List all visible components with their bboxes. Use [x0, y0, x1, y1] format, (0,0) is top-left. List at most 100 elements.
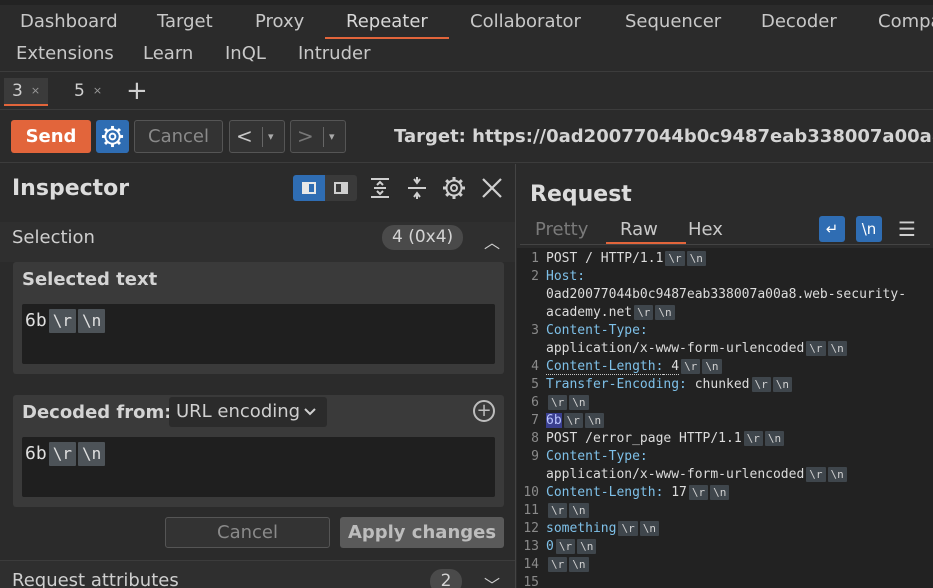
nav-tab-dashboard[interactable]: Dashboard	[20, 11, 118, 33]
lf-marker: \n	[77, 309, 106, 333]
repeater-tab-label: 5	[74, 81, 85, 101]
nav-tab-comparer[interactable]: Compa	[878, 11, 933, 33]
chunk-size-line: 6b \r \n	[546, 412, 605, 430]
request-toolbar: Send Cancel < ▾ > ▾ Target: https://0ad2…	[0, 111, 933, 163]
cancel-button[interactable]: Cancel	[134, 120, 223, 153]
layout-right-icon	[334, 182, 348, 194]
header-line-host: Host:	[546, 269, 586, 284]
encoding-select[interactable]: URL encoding	[169, 397, 327, 427]
lf-marker: \n	[77, 442, 106, 466]
nav-tab-intruder[interactable]: Intruder	[298, 43, 370, 65]
line-number: 15	[523, 575, 539, 588]
inspector-panel: Inspector Selection 4 (0x4) ︿ Selected t…	[0, 164, 516, 588]
raw-request-editor[interactable]: 1 2 3 4 5 6 7 8 9 10 11 12 13 14 15 POST…	[517, 248, 933, 588]
request-title: Request	[530, 182, 632, 207]
cr-marker: \r	[48, 309, 76, 333]
nav-tab-learn[interactable]: Learn	[143, 43, 193, 65]
dropdown-arrow-icon[interactable]: ▾	[268, 123, 274, 151]
tab-raw[interactable]: Raw	[620, 219, 658, 240]
target-url[interactable]: Target: https://0ad20077044b0c9487eab338…	[394, 126, 933, 147]
expand-all-icon[interactable]	[368, 176, 392, 200]
history-back-button[interactable]: < ▾	[229, 120, 285, 153]
line-number: 1	[531, 251, 539, 266]
line-number: 6	[531, 395, 539, 410]
close-icon[interactable]: ×	[31, 84, 40, 97]
body-line: 0 \r \n	[546, 538, 597, 556]
nav-tab-sequencer[interactable]: Sequencer	[625, 11, 721, 33]
header-line-content-type: Content-Type:	[546, 449, 648, 464]
line-number: 7	[531, 413, 539, 428]
nav-tab-decoder[interactable]: Decoder	[761, 11, 837, 33]
inspector-cancel-button[interactable]: Cancel	[165, 517, 330, 548]
tab-pretty[interactable]: Pretty	[535, 219, 588, 240]
wrap-lines-icon[interactable]: ↵	[819, 216, 845, 242]
request-panel: Request Pretty Raw Hex ↵ \n ☰ 1 2 3 4 5 …	[517, 164, 933, 588]
nav-tab-inql[interactable]: InQL	[225, 43, 266, 65]
send-button[interactable]: Send	[11, 120, 91, 153]
main-nav: Dashboard Target Proxy Repeater Collabor…	[0, 0, 933, 72]
dropdown-arrow-icon[interactable]: ▾	[329, 123, 335, 151]
chevron-down-icon[interactable]: ﹀	[484, 572, 500, 588]
header-line-content-type: Content-Type:	[546, 323, 648, 338]
history-forward-button[interactable]: > ▾	[290, 120, 346, 153]
close-icon[interactable]: ×	[93, 84, 102, 97]
nav-tab-proxy[interactable]: Proxy	[255, 11, 304, 33]
cr-marker: \r	[48, 442, 76, 466]
active-view-underline	[606, 242, 686, 244]
line-number: 4	[531, 359, 539, 374]
decoded-value: 6b	[25, 443, 47, 464]
inspector-title: Inspector	[12, 176, 130, 201]
decoded-from-title: Decoded from:	[22, 402, 172, 423]
apply-changes-button[interactable]: Apply changes	[340, 517, 504, 548]
smuggled-request-line: POST /error_page HTTP/1.1 \r \n	[546, 430, 785, 448]
header-line-transfer-encoding: Transfer-Encoding: chunked \r \n	[546, 376, 793, 394]
header-value: academy.net \r \n	[546, 304, 675, 322]
nav-tab-target[interactable]: Target	[157, 11, 213, 33]
selected-text-value: 6b	[25, 310, 47, 331]
chevron-up-icon[interactable]: ︿	[484, 229, 500, 253]
selected-text-box[interactable]: 6b \r \n	[22, 304, 495, 364]
header-value: application/x-www-form-urlencoded \r \n	[546, 340, 847, 358]
repeater-tab-label: 3	[12, 81, 23, 101]
header-value: 0ad20077044b0c9487eab338007a00a8.web-sec…	[546, 287, 907, 302]
repeater-tab-5[interactable]: 5 ×	[66, 78, 110, 106]
encoding-select-value: URL encoding	[176, 401, 301, 422]
active-tab-underline	[325, 37, 449, 39]
add-decoding-icon[interactable]: +	[473, 400, 495, 422]
decoded-text-box[interactable]: 6b \r \n	[22, 437, 495, 497]
selection-label: Selection	[12, 227, 95, 248]
menu-icon[interactable]: ☰	[898, 217, 916, 241]
tab-hex[interactable]: Hex	[688, 219, 723, 240]
chevron-right-icon: >	[297, 124, 314, 148]
blank-line: \r \n	[546, 394, 589, 412]
chevron-left-icon: <	[236, 124, 253, 148]
chevron-down-icon	[304, 408, 316, 416]
gear-icon	[101, 125, 124, 148]
line-number: 2	[531, 269, 539, 284]
title-strip	[0, 0, 933, 5]
close-icon[interactable]	[480, 176, 504, 200]
header-line-content-length: Content-Length: 17 \r \n	[546, 484, 730, 502]
body-line: something \r \n	[546, 520, 659, 538]
repeater-tab-3[interactable]: 3 ×	[4, 78, 49, 106]
layout-left-icon	[302, 182, 316, 194]
selection-count-badge: 4 (0x4)	[382, 225, 464, 250]
add-tab-icon[interactable]: +	[126, 76, 148, 106]
nav-tab-extensions[interactable]: Extensions	[16, 43, 114, 65]
gear-icon[interactable]	[442, 176, 466, 200]
send-settings-button[interactable]	[96, 120, 129, 153]
nav-tab-repeater[interactable]: Repeater	[346, 11, 428, 33]
line-number: 8	[531, 431, 539, 446]
selected-text-highlight: 6b	[546, 413, 562, 428]
request-attributes-count: 2	[430, 569, 462, 588]
line-number: 13	[523, 539, 539, 554]
collapse-all-icon[interactable]	[405, 176, 429, 200]
line-number: 14	[523, 557, 539, 572]
line-number: 10	[523, 485, 539, 500]
selected-text-title: Selected text	[22, 269, 158, 290]
show-nonprintable-icon[interactable]: \n	[856, 216, 882, 242]
line-number: 9	[531, 449, 539, 464]
layout-toggle[interactable]	[293, 175, 357, 201]
nav-tab-collaborator[interactable]: Collaborator	[470, 11, 581, 33]
header-line-content-length: Content-Length: 4 \r \n	[546, 358, 722, 376]
